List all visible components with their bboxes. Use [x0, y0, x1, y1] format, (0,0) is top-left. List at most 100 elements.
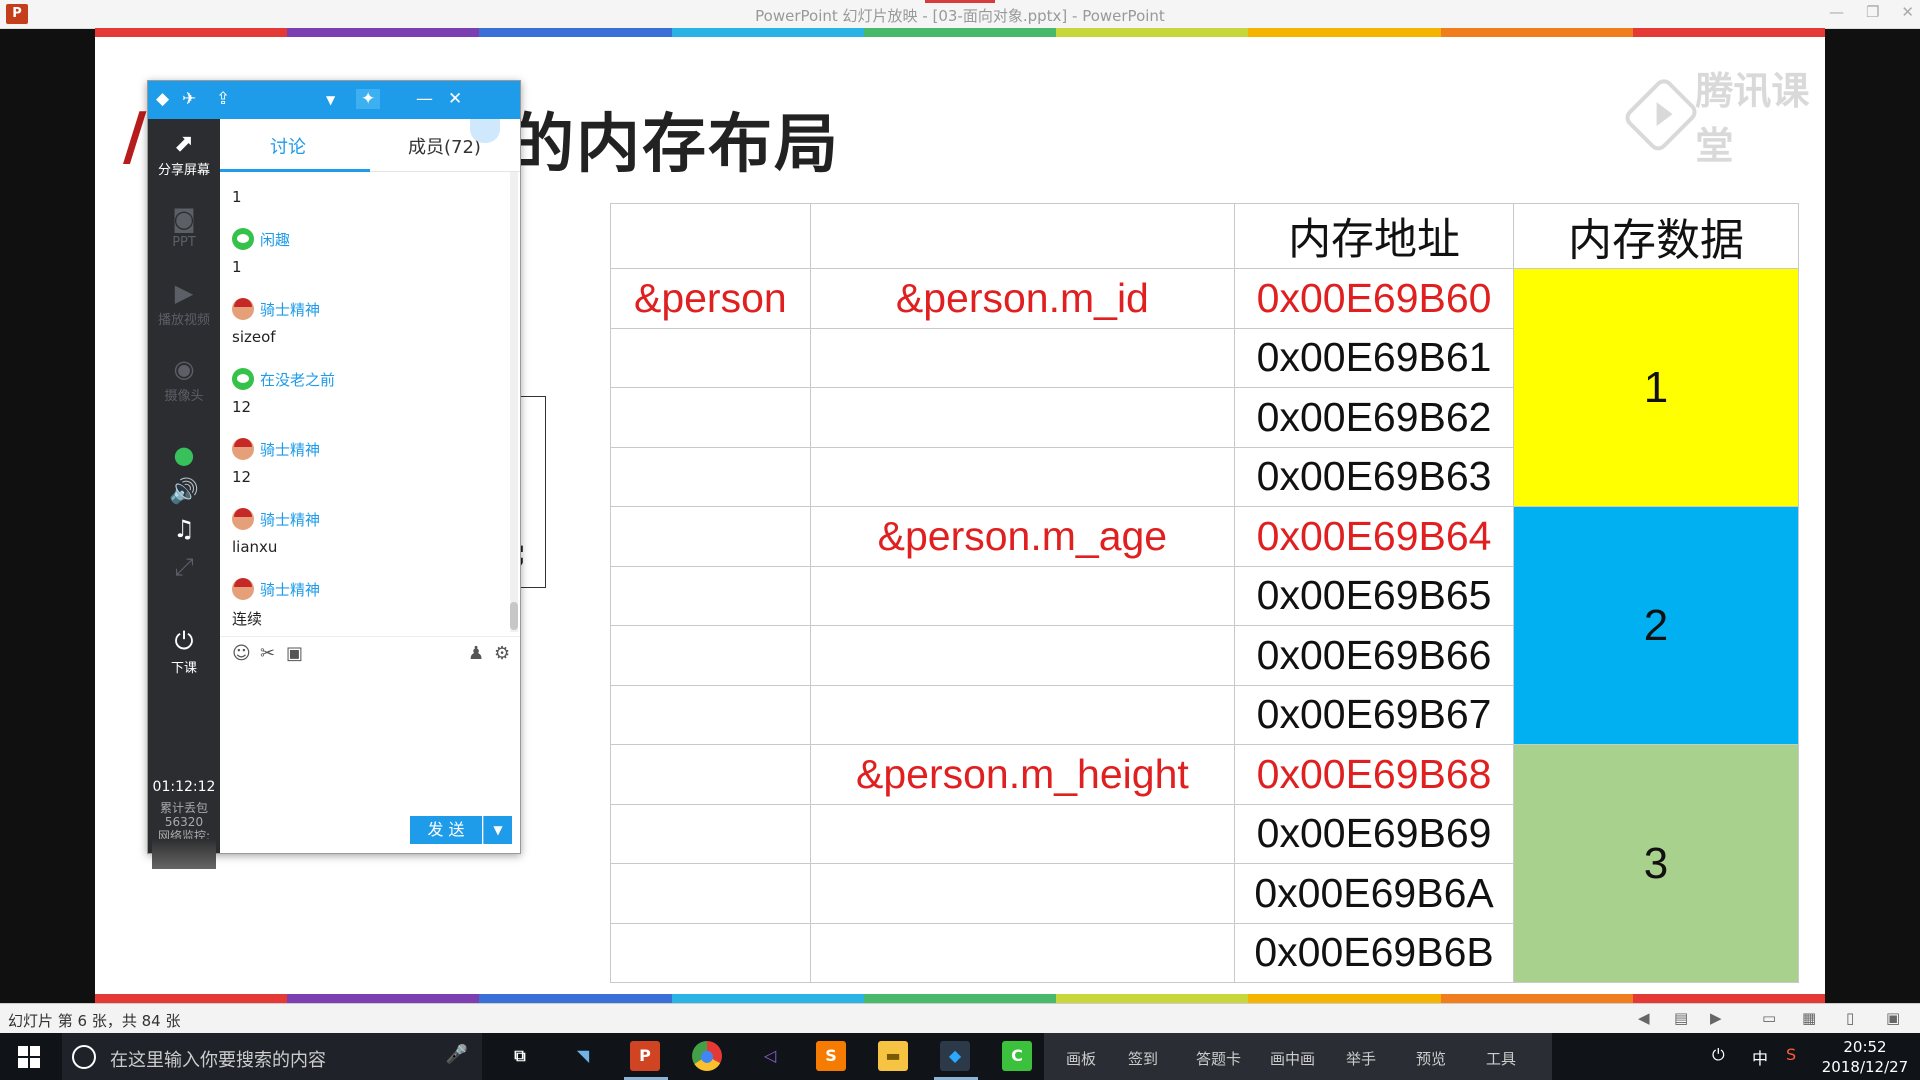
previous-slide-icon[interactable]: ◀: [1638, 1009, 1650, 1027]
member-address-cell: [809, 684, 1236, 745]
normal-view-icon[interactable]: ▭: [1762, 1009, 1776, 1027]
memory-address-cell: 0x00E69B63: [1234, 446, 1515, 507]
member-address-cell: [809, 803, 1236, 864]
share-screen-button[interactable]: ⬈ 分享屏幕: [148, 129, 220, 178]
classroom-tool-item[interactable]: 预览: [1416, 1048, 1446, 1069]
airplane-icon[interactable]: ✈: [182, 89, 196, 109]
knight-avatar-icon: [232, 298, 254, 320]
pin-icon[interactable]: ✦: [356, 89, 381, 109]
share-out-icon[interactable]: ⇪: [216, 89, 230, 109]
pointer-variable-cell: [610, 387, 811, 448]
speaker-button[interactable]: 🔊: [148, 477, 220, 507]
memory-address-cell: 0x00E69B6B: [1234, 922, 1515, 983]
rainbow-segment: [1056, 994, 1249, 1003]
chat-scroll-thumb[interactable]: [510, 602, 518, 630]
tencent-classroom-logo-icon: [1621, 75, 1701, 155]
pointer-variable-cell: [610, 506, 811, 567]
camera-icon: ◉: [173, 355, 195, 383]
member-address-cell: [809, 625, 1236, 686]
chat-sender-name: 骑士精神: [260, 440, 321, 459]
packet-loss-value: 56320: [164, 815, 204, 829]
chat-sender[interactable]: 骑士精神: [232, 578, 320, 600]
classroom-tool-item[interactable]: 签到: [1128, 1048, 1158, 1069]
chat-sender[interactable]: 在没老之前: [232, 368, 335, 390]
classroom-tool-item[interactable]: 答题卡: [1196, 1048, 1241, 1069]
classroom-tool-item[interactable]: 画板: [1066, 1048, 1096, 1069]
reading-view-icon[interactable]: ▯: [1846, 1009, 1854, 1027]
chat-scrollbar[interactable]: [510, 172, 518, 632]
rainbow-segment: [1632, 28, 1825, 37]
system-clock[interactable]: 20:52 2018/12/27: [1820, 1037, 1910, 1077]
send-button[interactable]: 发 送: [410, 816, 482, 844]
sogou-icon[interactable]: S: [1786, 1045, 1796, 1064]
powerpoint-taskbar-icon[interactable]: P: [630, 1041, 660, 1071]
chat-sender[interactable]: 骑士精神: [232, 508, 320, 530]
classroom-tool-item[interactable]: 举手: [1346, 1048, 1376, 1069]
close-icon[interactable]: ✕: [1901, 3, 1914, 21]
microphone-icon[interactable]: 🎤: [446, 1044, 468, 1065]
music-button[interactable]: ♫: [148, 515, 220, 545]
app-blue-icon[interactable]: ◥: [568, 1041, 598, 1071]
image-icon[interactable]: ▣: [286, 643, 303, 664]
scissors-icon[interactable]: ✂: [260, 643, 275, 664]
chat-sender[interactable]: 闲趣: [232, 228, 290, 250]
user-mute-icon[interactable]: ♟: [468, 643, 484, 664]
rainbow-segment: [1248, 994, 1441, 1003]
classroom-tool-item[interactable]: 工具: [1486, 1048, 1516, 1069]
tab-discussion[interactable]: 讨论: [270, 133, 306, 159]
ppt-button[interactable]: ◙ PPT: [148, 205, 220, 250]
diamond-icon[interactable]: ◆: [156, 89, 169, 109]
memory-data-block: 3: [1513, 744, 1799, 983]
minimize-icon[interactable]: —: [416, 89, 433, 109]
next-slide-icon[interactable]: ▶: [1710, 1009, 1722, 1027]
emoji-icon[interactable]: ☺: [232, 643, 251, 664]
fullscreen-button[interactable]: ⤢: [148, 553, 220, 583]
file-explorer-icon[interactable]: ▬: [878, 1041, 908, 1071]
rainbow-segment: [287, 28, 480, 37]
slide-sorter-icon[interactable]: ▦: [1802, 1009, 1816, 1027]
send-options-dropdown[interactable]: ▼: [483, 816, 512, 844]
pointer-variable-cell: [610, 327, 811, 388]
chat-sender[interactable]: 骑士精神: [232, 298, 320, 320]
pointer-variable-cell: [610, 684, 811, 745]
chevron-down-icon[interactable]: ▼: [326, 93, 335, 107]
minimize-icon[interactable]: —: [1829, 3, 1844, 21]
rainbow-segment: [863, 28, 1057, 37]
camera-button[interactable]: ◉ 摄像头: [148, 355, 220, 404]
microphone-button[interactable]: ●: [148, 441, 220, 471]
slide-counter: 幻灯片 第 6 张，共 84 张: [8, 1012, 181, 1030]
ime-indicator[interactable]: 中: [1752, 1045, 1768, 1069]
member-address-cell: [809, 327, 1236, 388]
play-video-button[interactable]: ▶ 播放视频: [148, 279, 220, 328]
chat-message-text: 12: [232, 398, 252, 416]
tencent-classroom-icon[interactable]: ◆: [940, 1041, 970, 1071]
table-row: &person.m_age 0x00E69B64 2: [610, 506, 1799, 745]
settings-icon[interactable]: ⚙: [494, 643, 510, 664]
sublime-icon[interactable]: S: [816, 1041, 846, 1071]
watermark-text: 腾讯课堂: [1695, 69, 1810, 168]
camtasia-icon[interactable]: C: [1002, 1041, 1032, 1071]
memory-address-cell: 0x00E69B60: [1234, 268, 1515, 329]
end-class-button[interactable]: ⏻ 下课: [148, 627, 220, 676]
table-header-cell: 内存数据: [1513, 203, 1799, 269]
tab-members[interactable]: 成员(72): [408, 133, 481, 159]
task-view-icon[interactable]: ⧉: [505, 1041, 535, 1071]
chat-sender-name: 骑士精神: [260, 300, 321, 319]
visual-studio-icon[interactable]: ◁: [755, 1041, 785, 1071]
speaker-icon: 🔊: [169, 477, 199, 505]
restore-icon[interactable]: ❐: [1866, 3, 1879, 21]
taskbar-search[interactable]: 在这里输入你要搜索的内容 🎤: [62, 1033, 482, 1080]
chat-message-text: lianxu: [232, 538, 278, 556]
slideshow-view-icon[interactable]: ▣: [1886, 1009, 1900, 1027]
windows-start-icon[interactable]: [18, 1046, 40, 1068]
close-icon[interactable]: ✕: [448, 89, 462, 109]
memory-data-block: 2: [1513, 506, 1799, 745]
power-icon[interactable]: ⏻: [1712, 1045, 1725, 1065]
classroom-tool-item[interactable]: 画中画: [1270, 1048, 1315, 1069]
knight-avatar-icon: [232, 578, 254, 600]
slide-menu-icon[interactable]: ▤: [1674, 1009, 1688, 1027]
chat-sender[interactable]: 骑士精神: [232, 438, 320, 460]
power-icon: ⏻: [174, 627, 194, 655]
chrome-icon[interactable]: ●: [692, 1041, 722, 1071]
chat-message-text: sizeof: [232, 328, 276, 346]
